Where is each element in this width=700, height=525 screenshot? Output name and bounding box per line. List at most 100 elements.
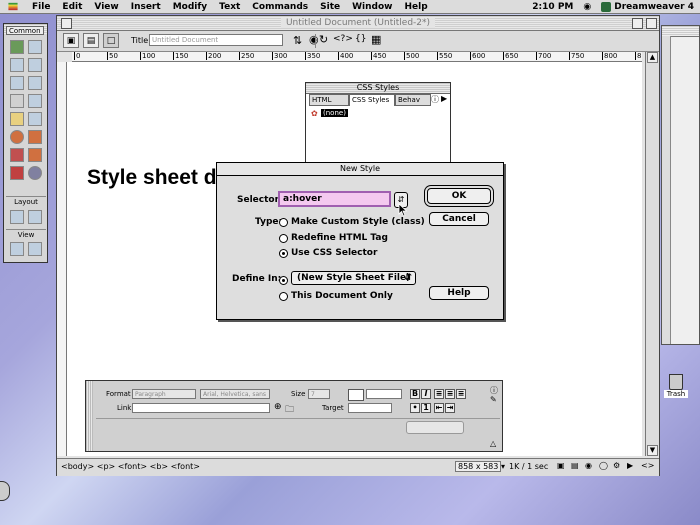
site-launcher-icon[interactable]: ▣ xyxy=(557,461,565,470)
background-window-scrollbar[interactable] xyxy=(662,36,671,344)
italic-button[interactable]: I xyxy=(421,389,431,399)
insert-shockwave-icon[interactable] xyxy=(10,148,24,162)
navigation-bar-icon[interactable] xyxy=(28,76,42,90)
unordered-list-icon[interactable]: • xyxy=(410,403,420,413)
trash-desktop-icon[interactable]: Trash xyxy=(664,374,688,408)
show-code-design-view-icon[interactable]: ▤ xyxy=(83,33,99,48)
document-title-input[interactable]: Untitled Document xyxy=(149,34,283,46)
behaviors-icon[interactable]: ⚙ xyxy=(613,461,620,470)
type-redefine-label[interactable]: Redefine HTML Tag xyxy=(291,233,388,243)
insert-tabular-data-icon[interactable] xyxy=(28,58,42,72)
insert-rollover-icon[interactable] xyxy=(28,40,42,54)
style-list-item[interactable]: (none) xyxy=(321,109,348,117)
palette-help-icon[interactable]: ⓘ xyxy=(431,94,440,105)
palette-scroll-right-icon[interactable]: ▶ xyxy=(441,94,450,105)
reference-icon[interactable]: <?> xyxy=(333,34,353,44)
timeline-icon[interactable]: ▶ xyxy=(627,461,633,470)
type-css-selector-radio[interactable] xyxy=(279,249,288,258)
window-size-arrow-icon[interactable]: ▾ xyxy=(501,462,505,471)
outdent-icon[interactable]: ⇤ xyxy=(434,403,444,413)
html-source-icon[interactable]: <> xyxy=(641,461,654,470)
insert-fireworks-html-icon[interactable] xyxy=(10,166,24,180)
vertical-scrollbar[interactable]: ▲ ▼ xyxy=(645,52,659,456)
align-center-icon[interactable]: ≡ xyxy=(445,389,455,399)
draw-layer-icon[interactable] xyxy=(10,76,24,90)
menu-insert[interactable]: Insert xyxy=(125,2,167,12)
define-new-file-radio[interactable] xyxy=(279,276,288,285)
horizontal-rule-icon[interactable] xyxy=(10,94,24,108)
apple-menu-icon[interactable] xyxy=(6,1,20,12)
tab-css-styles[interactable]: CSS Styles xyxy=(349,94,395,106)
inspector-drag-bar[interactable] xyxy=(86,381,93,451)
menu-modify[interactable]: Modify xyxy=(167,2,213,12)
insert-table-icon[interactable] xyxy=(10,58,24,72)
browse-folder-icon[interactable]: 🗀 xyxy=(285,402,294,418)
text-color-input[interactable] xyxy=(366,389,402,399)
size-select[interactable]: 7 xyxy=(308,389,330,399)
dialog-titlebar[interactable]: New Style xyxy=(217,163,503,176)
bold-button[interactable]: B xyxy=(410,389,420,399)
align-left-icon[interactable]: ≡ xyxy=(434,389,444,399)
desktop-drawer-tab[interactable] xyxy=(0,481,10,501)
tag-selector[interactable]: <body> <p> <font> <b> <font> xyxy=(61,462,200,471)
target-select[interactable] xyxy=(348,403,392,413)
scroll-down-icon[interactable]: ▼ xyxy=(647,445,658,456)
assets-icon[interactable]: ▤ xyxy=(571,461,579,470)
preview-browser-icon[interactable]: ◉ xyxy=(309,33,319,46)
indent-icon[interactable]: ⇥ xyxy=(445,403,455,413)
menu-help[interactable]: Help xyxy=(398,2,433,12)
insert-applet-icon[interactable] xyxy=(28,166,42,180)
point-to-file-icon[interactable]: ⊕ xyxy=(274,402,282,412)
help-button[interactable]: Help xyxy=(429,286,489,300)
define-in-select[interactable]: (New Style Sheet File) ⇵ xyxy=(291,271,416,285)
refresh-icon[interactable]: ↻ xyxy=(319,33,328,46)
objects-category-select[interactable]: Common xyxy=(6,26,44,35)
ordered-list-icon[interactable]: 1 xyxy=(421,403,431,413)
standard-view-icon[interactable] xyxy=(10,210,24,224)
menu-site[interactable]: Site xyxy=(314,2,346,12)
show-code-view-icon[interactable]: ▣ xyxy=(63,33,79,48)
document-titlebar[interactable]: Untitled Document (Untitled-2*) xyxy=(57,16,659,31)
type-redefine-radio[interactable] xyxy=(279,234,288,243)
menu-file[interactable]: File xyxy=(26,2,56,12)
layout-view-icon[interactable] xyxy=(28,210,42,224)
zoom-box-icon[interactable] xyxy=(632,18,643,29)
app-switcher[interactable]: Dreamweaver 4 xyxy=(601,1,694,12)
view-options-icon[interactable]: ▦ xyxy=(371,33,381,46)
define-this-document-label[interactable]: This Document Only xyxy=(291,291,393,301)
show-design-view-icon[interactable]: □ xyxy=(103,33,119,48)
tab-html-styles[interactable]: HTML xyxy=(309,94,349,106)
menu-text[interactable]: Text xyxy=(213,2,246,12)
css-styles-icon[interactable]: ◯ xyxy=(599,461,608,470)
window-size-menu[interactable]: 858 x 583 xyxy=(455,461,502,472)
cancel-button[interactable]: Cancel xyxy=(429,212,489,226)
selector-input[interactable]: a:hover xyxy=(278,191,391,207)
ok-button[interactable]: OK xyxy=(427,188,491,204)
align-right-icon[interactable]: ≡ xyxy=(456,389,466,399)
collapse-box-icon[interactable] xyxy=(646,18,657,29)
css-palette-titlebar[interactable]: CSS Styles xyxy=(306,83,450,94)
type-css-selector-label[interactable]: Use CSS Selector xyxy=(291,248,377,258)
format-select[interactable]: Paragraph xyxy=(132,389,196,399)
close-box-icon[interactable] xyxy=(61,18,72,29)
date-icon[interactable] xyxy=(10,112,24,126)
text-color-swatch[interactable] xyxy=(348,389,364,401)
insert-generator-icon[interactable] xyxy=(28,148,42,162)
menu-commands[interactable]: Commands xyxy=(246,2,314,12)
menubar-clock[interactable]: 2:10 PM xyxy=(532,2,573,12)
html-styles-icon[interactable]: ◉ xyxy=(585,461,592,470)
font-select[interactable]: Arial, Helvetica, sans xyxy=(200,389,270,399)
insert-flash-icon[interactable] xyxy=(10,130,24,144)
file-management-icon[interactable]: ⇅ xyxy=(293,34,302,47)
tabular-icon[interactable] xyxy=(28,112,42,126)
list-item-button[interactable] xyxy=(406,421,464,434)
collapse-inspector-icon[interactable]: △ xyxy=(490,439,496,448)
quick-tag-editor-icon[interactable]: ✎ xyxy=(490,395,497,404)
menu-view[interactable]: View xyxy=(88,2,124,12)
define-this-document-radio[interactable] xyxy=(279,292,288,301)
type-class-radio[interactable] xyxy=(279,218,288,227)
scroll-up-icon[interactable]: ▲ xyxy=(647,52,658,63)
background-window[interactable] xyxy=(661,25,700,345)
insert-image-icon[interactable] xyxy=(10,40,24,54)
code-view-icon[interactable] xyxy=(10,242,24,256)
